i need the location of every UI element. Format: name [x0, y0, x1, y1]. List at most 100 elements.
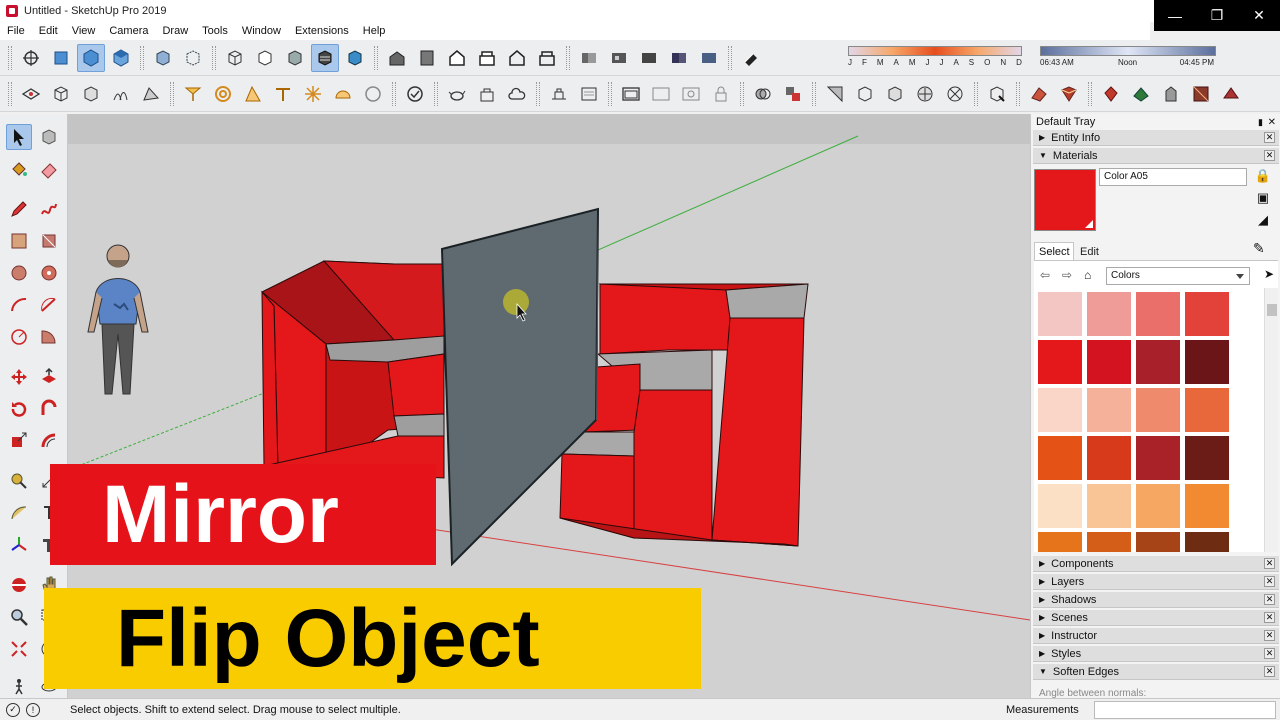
eyedropper-icon[interactable]: ✎: [1253, 240, 1265, 257]
rectangle-icon[interactable]: [6, 228, 32, 254]
current-material-swatch[interactable]: [1034, 169, 1096, 231]
scene-3-icon[interactable]: [677, 80, 705, 108]
pie-icon[interactable]: [36, 324, 62, 350]
toolbar-grip[interactable]: [1088, 81, 1092, 106]
tray-close-icon[interactable]: ✕: [1268, 117, 1276, 128]
style-3-icon[interactable]: [635, 44, 663, 72]
home-icon[interactable]: ⌂: [1084, 268, 1091, 282]
orbit-icon[interactable]: [17, 44, 45, 72]
material-name-field[interactable]: Color A05: [1099, 168, 1247, 186]
teapot-icon[interactable]: [443, 80, 471, 108]
view-left-icon[interactable]: [533, 44, 561, 72]
ext-2-icon[interactable]: [1055, 80, 1083, 108]
shadows-icon[interactable]: [737, 44, 765, 72]
material-swatch[interactable]: [1185, 484, 1229, 528]
panel-soften-edges[interactable]: ▼ Soften Edges ✕: [1033, 664, 1279, 680]
scale-icon[interactable]: [6, 428, 32, 454]
material-swatch[interactable]: [1087, 340, 1131, 384]
panel-close-icon[interactable]: ✕: [1264, 666, 1275, 677]
panel-scenes[interactable]: ▶ Scenes ✕: [1033, 610, 1279, 626]
drape-icon[interactable]: [137, 80, 165, 108]
material-swatch[interactable]: [1038, 388, 1082, 432]
panel-materials[interactable]: ▼ Materials ✕: [1033, 148, 1279, 164]
solid-tools-icon[interactable]: [779, 80, 807, 108]
toolbar-grip[interactable]: [8, 45, 12, 70]
panel-close-icon[interactable]: ✕: [1264, 630, 1275, 641]
wireframe-icon[interactable]: [221, 44, 249, 72]
style-1-icon[interactable]: [575, 44, 603, 72]
section-plane-icon[interactable]: [17, 80, 45, 108]
ext-1-icon[interactable]: [1025, 80, 1053, 108]
view-back-icon[interactable]: [503, 44, 531, 72]
default-material-icon[interactable]: ◢: [1255, 212, 1271, 228]
material-swatch[interactable]: [1185, 532, 1229, 552]
panel-shadows[interactable]: ▶ Shadows ✕: [1033, 592, 1279, 608]
material-swatch[interactable]: [1136, 436, 1180, 480]
extension-warehouse-icon[interactable]: [473, 80, 501, 108]
panel-close-icon[interactable]: ✕: [1264, 612, 1275, 623]
sandbox-icon[interactable]: [107, 80, 135, 108]
panel-close-icon[interactable]: ✕: [1264, 558, 1275, 569]
zoom-icon[interactable]: [6, 604, 32, 630]
ext-4-icon[interactable]: [1127, 80, 1155, 108]
toolbar-grip[interactable]: [170, 81, 174, 106]
collection-dropdown[interactable]: Colors: [1106, 267, 1250, 285]
material-swatch[interactable]: [1038, 484, 1082, 528]
panel-entity-info[interactable]: ▶ Entity Info ✕: [1033, 130, 1279, 146]
cube-outline-icon[interactable]: [47, 80, 75, 108]
rotate-icon[interactable]: [6, 396, 32, 422]
material-swatch[interactable]: [1185, 340, 1229, 384]
offset-icon[interactable]: [36, 428, 62, 454]
polygon-icon[interactable]: [36, 260, 62, 286]
walk-icon[interactable]: [6, 674, 32, 700]
arc-icon[interactable]: [6, 292, 32, 318]
style-builder-icon[interactable]: [575, 80, 603, 108]
rotated-rectangle-icon[interactable]: [36, 228, 62, 254]
menu-edit[interactable]: Edit: [32, 25, 65, 37]
view-top-icon[interactable]: [413, 44, 441, 72]
paint-bucket-icon[interactable]: [6, 156, 32, 182]
line-pencil-icon[interactable]: [6, 196, 32, 222]
panel-close-icon[interactable]: ✕: [1264, 648, 1275, 659]
material-swatch[interactable]: [1185, 292, 1229, 336]
toolbar-grip[interactable]: [728, 45, 732, 70]
material-swatch[interactable]: [1136, 340, 1180, 384]
panel-close-icon[interactable]: ✕: [1264, 576, 1275, 587]
tab-edit[interactable]: Edit: [1076, 244, 1110, 260]
lock-icon[interactable]: [707, 80, 735, 108]
material-swatch[interactable]: [1087, 388, 1131, 432]
panel-components[interactable]: ▶ Components ✕: [1033, 556, 1279, 572]
ext-5-icon[interactable]: [1157, 80, 1185, 108]
menu-file[interactable]: File: [0, 25, 32, 37]
ext-3-icon[interactable]: [1097, 80, 1125, 108]
axes-icon[interactable]: [299, 80, 327, 108]
material-swatch[interactable]: [1038, 292, 1082, 336]
texture-1-icon[interactable]: [821, 80, 849, 108]
menu-tools[interactable]: Tools: [195, 25, 235, 37]
scene-1-icon[interactable]: [617, 80, 645, 108]
two-point-arc-icon[interactable]: [36, 292, 62, 318]
menu-view[interactable]: View: [65, 25, 103, 37]
texture-5-icon[interactable]: [941, 80, 969, 108]
material-swatch[interactable]: [1087, 484, 1131, 528]
monochrome-icon[interactable]: [341, 44, 369, 72]
axes-tool-icon[interactable]: [6, 532, 32, 558]
hidden-line-icon[interactable]: [251, 44, 279, 72]
validate-icon[interactable]: [401, 80, 429, 108]
view-iso-house-icon[interactable]: [383, 44, 411, 72]
style-5-icon[interactable]: [695, 44, 723, 72]
orbit-tool-icon[interactable]: [6, 572, 32, 598]
material-swatch[interactable]: [1087, 436, 1131, 480]
panel-close-icon[interactable]: ✕: [1264, 132, 1275, 143]
make-component-icon[interactable]: [36, 124, 62, 150]
material-swatch[interactable]: [1136, 292, 1180, 336]
style-4-icon[interactable]: [665, 44, 693, 72]
three-point-arc-icon[interactable]: [6, 324, 32, 350]
intersect-icon[interactable]: [749, 80, 777, 108]
menu-draw[interactable]: Draw: [155, 25, 195, 37]
eraser-icon[interactable]: [36, 156, 62, 182]
swatch-scrollbar[interactable]: [1264, 288, 1278, 552]
select-arrow-icon[interactable]: [6, 124, 32, 150]
menu-extensions[interactable]: Extensions: [288, 25, 356, 37]
panel-instructor[interactable]: ▶ Instructor ✕: [1033, 628, 1279, 644]
